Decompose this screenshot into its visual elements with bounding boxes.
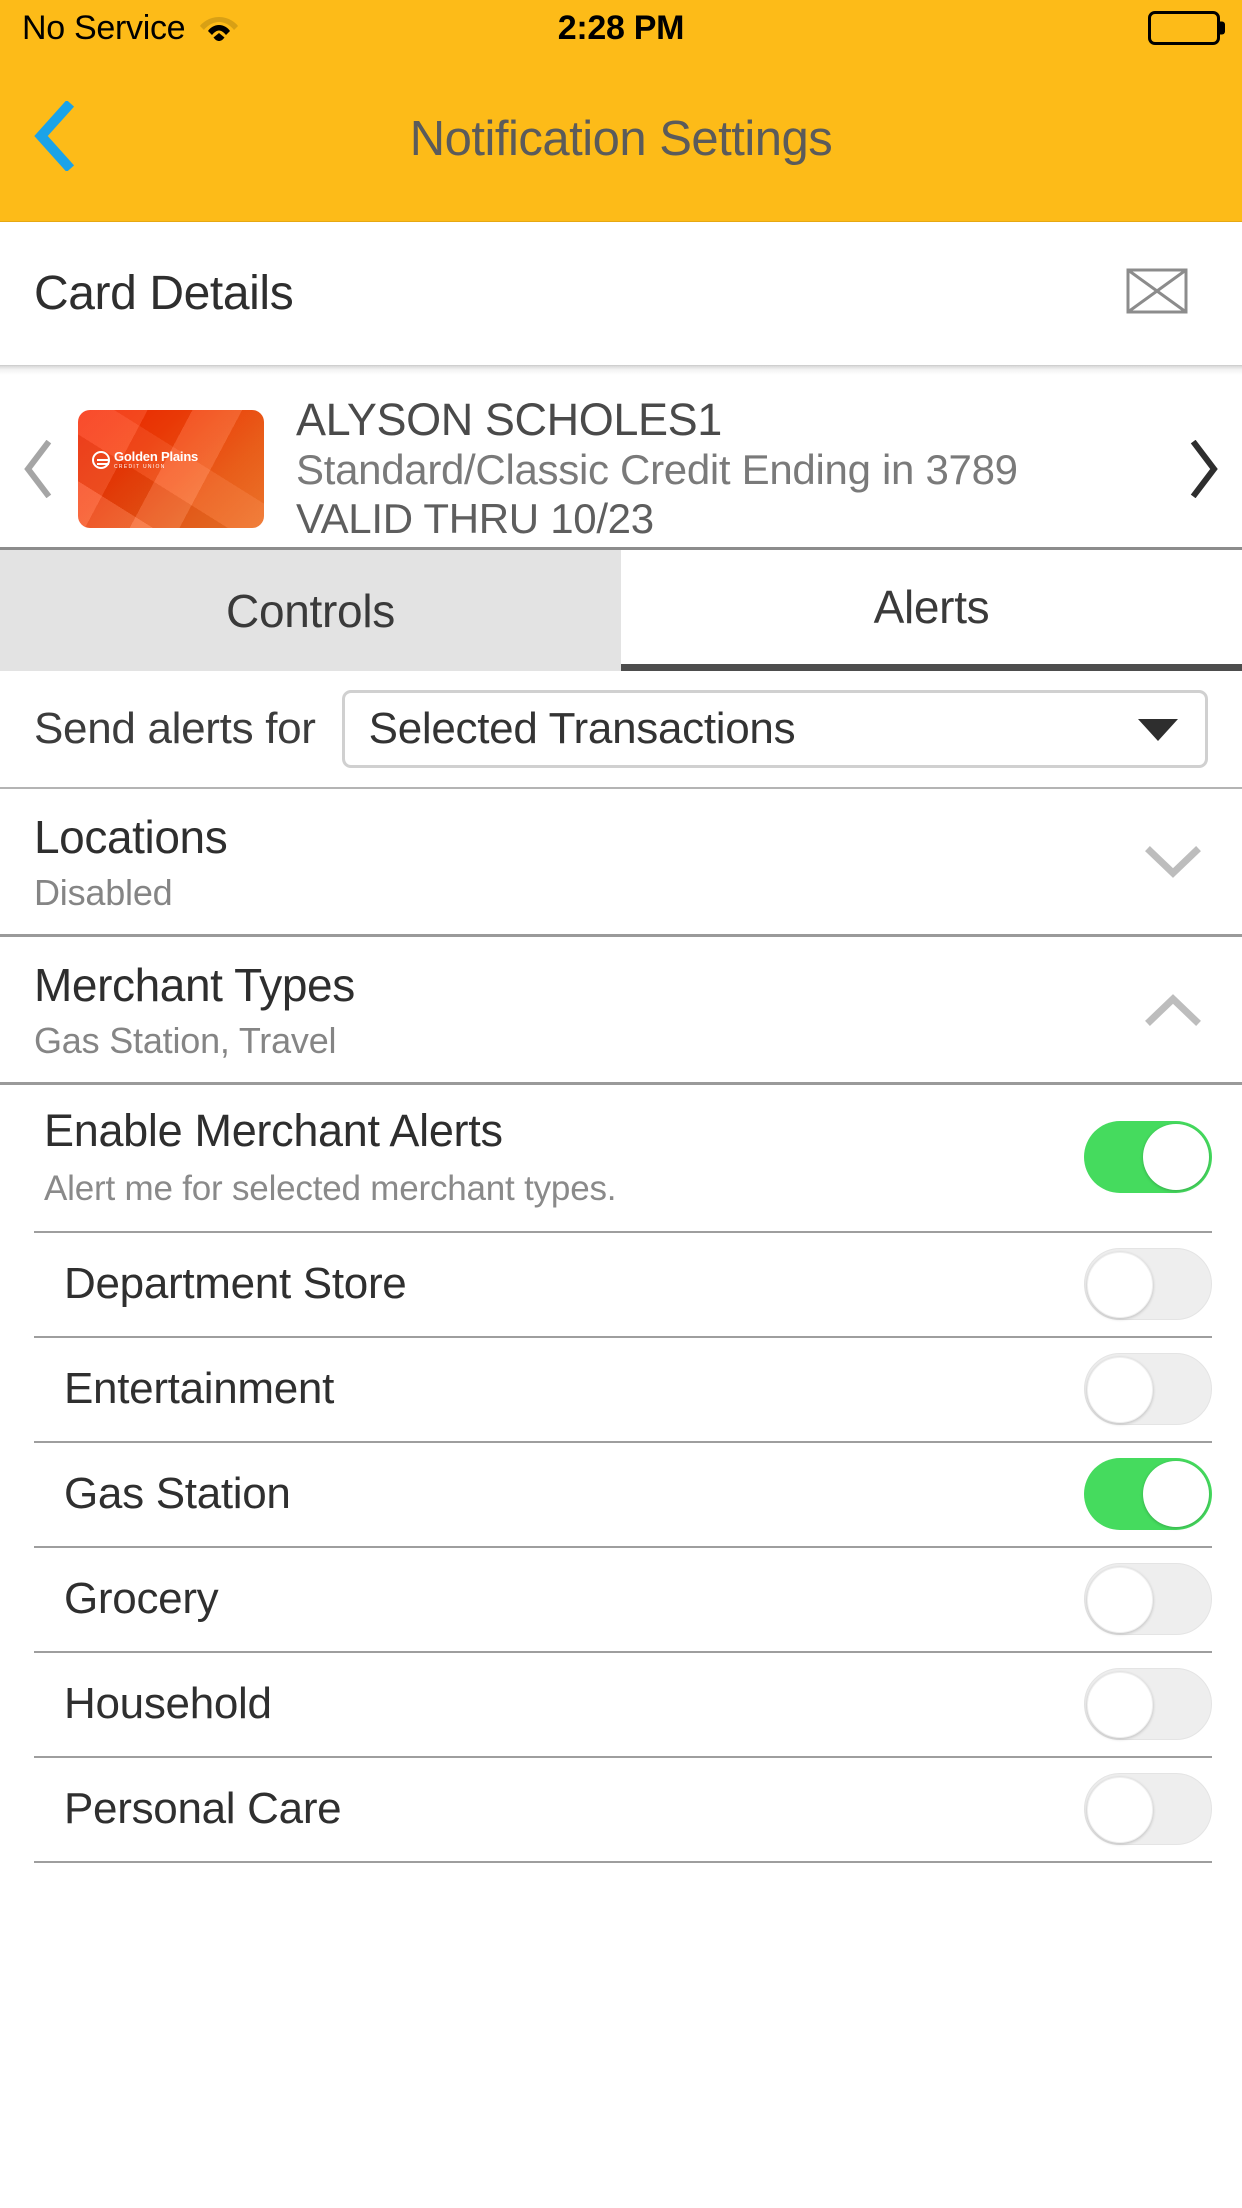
status-bar-left: No Service [22,9,239,48]
wifi-icon [199,11,239,46]
section-merchant-types-title: Merchant Types [34,958,355,1011]
send-alerts-dropdown[interactable]: Selected Transactions [341,690,1208,768]
carrier-label: No Service [22,8,186,47]
tab-bar: Controls Alerts [0,547,1242,671]
section-merchant-types[interactable]: Merchant Types Gas Station, Travel [0,936,1242,1085]
merchant-toggle-household[interactable] [1084,1668,1212,1741]
status-bar-right [1148,11,1225,45]
section-divider [0,365,1242,375]
cardholder-name: ALYSON SCHOLES1 [296,393,722,445]
tab-controls[interactable]: Controls [0,550,621,671]
enable-merchant-alerts-row: Enable Merchant Alerts Alert me for sele… [0,1084,1242,1231]
section-locations[interactable]: Locations Disabled [0,789,1242,937]
merchant-label: Department Store [64,1259,407,1309]
enable-merchant-alerts-title: Enable Merchant Alerts [44,1104,503,1156]
card-details-header: Card Details [0,222,1242,365]
merchant-row-department-store: Department Store [0,1232,1242,1336]
merchant-label: Gas Station [64,1469,291,1519]
prev-card-button[interactable] [0,401,78,537]
card-brand-logo: Golden Plains CREDIT UNION [92,450,198,470]
chevron-up-icon[interactable] [1138,993,1208,1027]
enable-merchant-alerts-subtitle: Alert me for selected merchant types. [44,1168,617,1208]
merchant-row-household: Household [0,1652,1242,1756]
card-logo-sub: CREDIT UNION [114,464,166,470]
envelope-icon[interactable] [1126,268,1188,319]
send-alerts-row: Send alerts for Selected Transactions [0,671,1242,789]
merchant-toggle-gas-station[interactable] [1084,1458,1212,1531]
enable-merchant-alerts-toggle[interactable] [1084,1120,1212,1193]
navigation-bar: Notification Settings [0,56,1242,222]
tab-alerts[interactable]: Alerts [621,550,1242,671]
merchant-label: Household [64,1679,272,1729]
card-description: Standard/Classic Credit Ending in 3789 [296,446,1018,494]
section-merchant-types-subtitle: Gas Station, Travel [34,1019,337,1061]
toggle-knob [1143,1461,1209,1528]
caret-down-icon [1135,714,1181,744]
send-alerts-label: Send alerts for [34,704,316,753]
card-valid-thru: VALID THRU 10/23 [296,495,654,543]
card-details-title: Card Details [34,267,294,320]
status-bar: No Service 2:28 PM [0,0,1242,56]
merchant-row-grocery: Grocery [0,1547,1242,1651]
merchant-toggle-personal-care[interactable] [1084,1773,1212,1846]
next-card-button[interactable] [1164,401,1242,537]
card-image: Golden Plains CREDIT UNION [78,410,264,528]
toggle-knob [1087,1567,1153,1634]
card-logo-name: Golden Plains [114,449,199,464]
section-locations-subtitle: Disabled [34,871,173,913]
merchant-toggle-entertainment[interactable] [1084,1353,1212,1426]
back-button[interactable] [0,56,110,221]
page-title: Notification Settings [409,111,833,166]
merchant-label: Grocery [64,1574,219,1624]
golden-plains-mark-icon [92,451,110,469]
merchant-row-entertainment: Entertainment [0,1337,1242,1441]
tab-controls-label: Controls [226,584,395,637]
merchant-label: Personal Care [64,1784,342,1834]
toggle-knob [1087,1672,1153,1739]
chevron-down-icon[interactable] [1138,845,1208,879]
toggle-knob [1087,1357,1153,1424]
merchant-label: Entertainment [64,1364,335,1414]
merchant-row-gas-station: Gas Station [0,1442,1242,1546]
tab-alerts-label: Alerts [873,581,990,633]
chevron-left-icon [33,99,77,176]
send-alerts-value: Selected Transactions [368,704,796,753]
card-carousel: Golden Plains CREDIT UNION ALYSON SCHOLE… [0,375,1242,547]
row-divider [34,1860,1212,1863]
merchant-toggle-grocery[interactable] [1084,1563,1212,1636]
card-info: ALYSON SCHOLES1 Standard/Classic Credit … [296,393,1164,543]
battery-full-icon [1148,11,1225,45]
section-locations-title: Locations [34,811,228,863]
toggle-knob [1087,1252,1153,1319]
merchant-toggle-department-store[interactable] [1084,1248,1212,1321]
toggle-knob [1143,1123,1209,1190]
merchant-row-personal-care: Personal Care [0,1757,1242,1861]
toggle-knob [1087,1777,1153,1844]
